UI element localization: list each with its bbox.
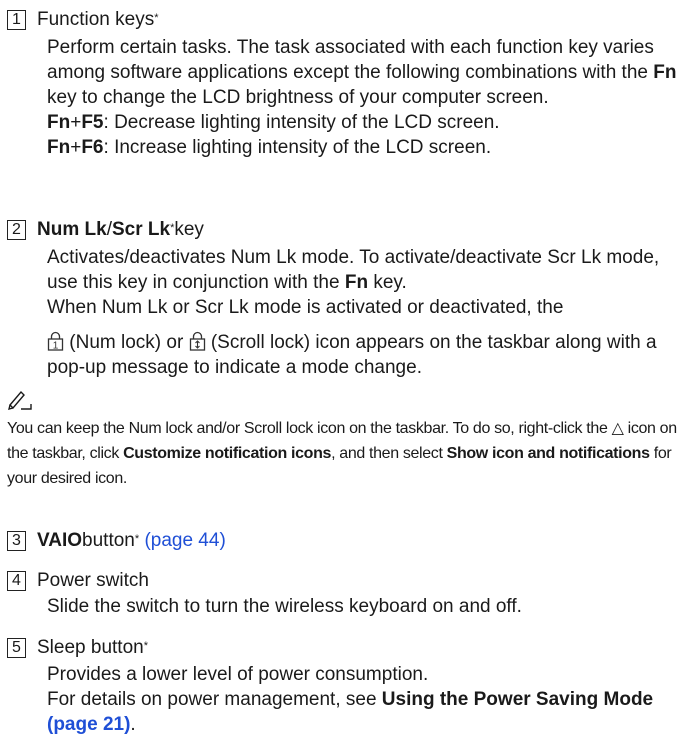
item-title-num-lk: Num Lk <box>37 219 107 240</box>
item-title: Sleep button <box>37 637 144 658</box>
item-number: 3 <box>7 531 26 551</box>
note-pencil-icon <box>8 390 32 410</box>
item-vaio-button: 3 VAIO button * (page 44) <box>7 529 677 553</box>
item-number: 4 <box>7 571 26 591</box>
item-description: Provides a lower level of power consumpt… <box>47 664 429 685</box>
item-number: 1 <box>7 10 26 30</box>
item-description: Perform certain tasks. The task associat… <box>47 37 677 108</box>
asterisk: * <box>134 533 140 545</box>
item-title-scr-lk: Scr Lk <box>111 219 171 240</box>
item-description: Activates/deactivates Num Lk mode. To ac… <box>47 247 660 293</box>
fn-f6-line: Fn+F6: Increase lighting intensity of th… <box>47 137 492 158</box>
page-44-link[interactable]: (page 44) <box>144 529 225 553</box>
item-description-2: When Num Lk or Scr Lk mode is activated … <box>47 297 564 318</box>
item-power-switch: 4 Power switch Slide the switch to turn … <box>7 569 677 619</box>
page-21-link[interactable]: (page 21) <box>47 714 130 735</box>
item-title: Function keys <box>37 9 155 30</box>
item-description: Slide the switch to turn the wireless ke… <box>47 596 522 617</box>
asterisk: * <box>143 640 148 652</box>
item-description-2: For details on power management, see Usi… <box>47 689 654 735</box>
scroll-lock-icon <box>189 331 205 351</box>
asterisk: * <box>170 222 175 234</box>
item-number: 5 <box>7 638 26 658</box>
item-description-3: 1 (Num lock) or (Scroll lock) icon appea… <box>47 331 657 378</box>
num-lock-icon: 1 <box>47 331 64 351</box>
item-title: Power switch <box>37 570 149 591</box>
note-text: You can keep the Num lock and/or Scroll … <box>7 420 677 487</box>
item-function-keys: 1 Function keys * Perform certain tasks. … <box>7 8 677 160</box>
item-num-scr-lk: 2 Num Lk / Scr Lk * key Activates/deactivat… <box>7 218 677 380</box>
item-title: VAIO <box>37 530 83 551</box>
svg-text:1: 1 <box>53 341 59 352</box>
item-sleep-button: 5 Sleep button * Provides a lower level o… <box>7 636 677 737</box>
asterisk: * <box>154 12 159 24</box>
item-number: 2 <box>7 220 26 240</box>
fn-f5-line: Fn+F5: Decrease lighting intensity of th… <box>47 112 500 133</box>
note-block: You can keep the Num lock and/or Scroll … <box>7 416 677 491</box>
